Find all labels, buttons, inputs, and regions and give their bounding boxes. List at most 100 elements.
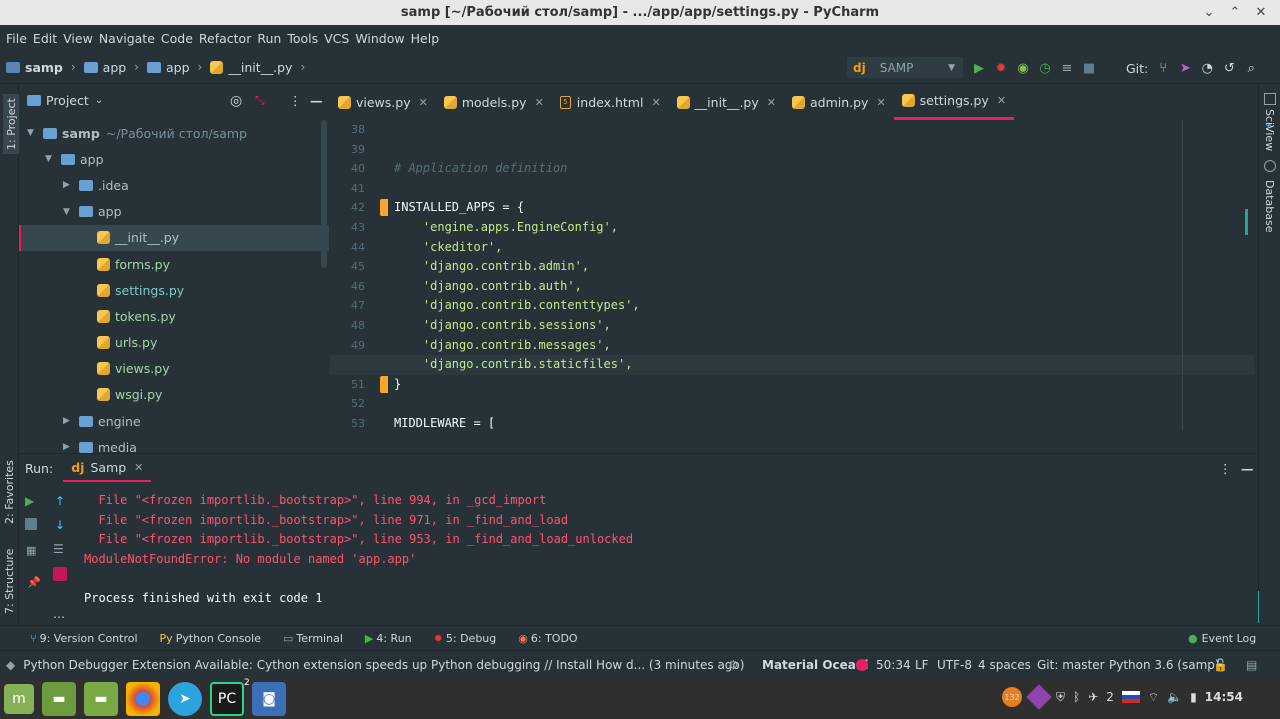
close-icon[interactable]: ✕	[876, 96, 885, 109]
code-editor[interactable]: 38394041424344454647484950515253 # Appli…	[330, 120, 1258, 450]
more-icon[interactable]: ⋮	[289, 93, 302, 108]
code-line[interactable]: 'django.contrib.auth',	[394, 277, 1254, 297]
soft-wrap-icon[interactable]: ☰	[53, 542, 64, 556]
mint-menu-icon[interactable]: m	[4, 684, 34, 714]
theme-name[interactable]: Material Oceani	[762, 658, 869, 672]
chevron-right-icon[interactable]: ▶	[63, 416, 75, 426]
chevron-right-icon[interactable]: ▶	[63, 442, 75, 452]
pycharm-icon[interactable]: PC	[210, 682, 244, 716]
menu-navigate[interactable]: Navigate	[99, 31, 155, 46]
folder-icon[interactable]: ▬	[84, 682, 118, 716]
collapse-icon[interactable]: ⤡	[255, 93, 265, 108]
hide-icon[interactable]: —	[310, 93, 323, 108]
vcs-update-icon[interactable]: ⑂	[1152, 58, 1174, 78]
tree-item[interactable]: tokens.py	[19, 303, 329, 329]
chevron-down-icon[interactable]: ▼	[27, 128, 39, 138]
code-line[interactable]	[394, 179, 1254, 199]
coverage-icon[interactable]: ◉	[1012, 58, 1034, 78]
menu-help[interactable]: Help	[411, 31, 440, 46]
tree-item[interactable]: ▼ app	[19, 199, 329, 225]
tree-item[interactable]: urls.py	[19, 330, 329, 356]
arrow-up-icon[interactable]: ↑	[55, 494, 65, 508]
breadcrumb-item[interactable]: app	[103, 60, 127, 75]
code-line[interactable]: MIDDLEWARE = [	[394, 414, 1254, 434]
tree-item[interactable]: __init__.py	[19, 224, 329, 251]
menu-code[interactable]: Code	[161, 31, 193, 46]
editor-tab[interactable]: models.py ✕	[436, 84, 552, 120]
editor-tab[interactable]: settings.py ✕	[893, 84, 1015, 120]
menu-edit[interactable]: Edit	[33, 31, 57, 46]
more-icon[interactable]: ⋮	[1219, 461, 1232, 476]
tree-item[interactable]: ▼ app	[19, 146, 329, 172]
breadcrumb-item[interactable]: app	[166, 60, 190, 75]
tree-item[interactable]: ▶ .idea	[19, 172, 329, 198]
menu-run[interactable]: Run	[257, 31, 281, 46]
run-tab[interactable]: dj Samp ✕	[63, 454, 152, 482]
shield-icon[interactable]: ⛨	[1056, 690, 1065, 705]
notifications-icon[interactable]: ✈	[1088, 690, 1098, 704]
breadcrumb-item[interactable]: samp	[25, 60, 63, 75]
indent-setting[interactable]: 4 spaces	[978, 658, 1031, 672]
code-line[interactable]: 'ckeditor',	[394, 238, 1254, 258]
screenshot-app[interactable]: 2 ◙	[244, 678, 290, 716]
debug-icon[interactable]: ✹	[990, 58, 1012, 78]
menu-window[interactable]: Window	[355, 31, 404, 46]
editor-tab[interactable]: 5 index.html ✕	[552, 84, 669, 120]
scrollbar[interactable]	[321, 120, 327, 268]
bluetooth-icon[interactable]: ᛒ	[1073, 690, 1080, 704]
wifi-icon[interactable]: ⌔	[1148, 690, 1159, 705]
code-line[interactable]: 'django.contrib.messages',	[394, 336, 1254, 356]
editor-tab[interactable]: __init__.py ✕	[669, 84, 784, 120]
pin-icon[interactable]: 📌	[27, 576, 41, 589]
version-control-tool-button[interactable]: ⑂ 9: Version Control	[30, 632, 138, 645]
database-tool-button[interactable]: Database	[1263, 180, 1276, 233]
history-icon[interactable]: ◔	[1196, 58, 1218, 78]
todo-tool-button[interactable]: ◉ 6: TODO	[518, 632, 577, 645]
tree-item[interactable]: forms.py	[19, 251, 329, 277]
run-tool-button[interactable]: ▶ 4: Run	[365, 632, 412, 645]
more-icon[interactable]: …	[53, 607, 65, 621]
chevron-down-icon[interactable]: ▼	[63, 207, 75, 217]
code-area[interactable]: # Application definition INSTALLED_APPS =…	[330, 120, 1254, 434]
close-icon[interactable]: ✕	[419, 96, 428, 109]
git-branch[interactable]: Git: master	[1037, 658, 1105, 672]
print-icon[interactable]	[53, 567, 67, 581]
power-icon[interactable]: ▮	[1190, 690, 1197, 704]
breadcrumb-item[interactable]: __init__.py	[228, 60, 292, 75]
tree-item[interactable]: ▼ samp ~/Рабочий стол/samp	[19, 120, 329, 146]
code-line[interactable]: 'django.contrib.staticfiles',	[330, 355, 1254, 375]
run-configuration-select[interactable]: dj SAMP ▼	[847, 57, 963, 78]
memory-icon[interactable]: ▤	[1246, 658, 1257, 672]
python-console-tool-button[interactable]: Py Python Console	[160, 632, 261, 645]
chevron-down-icon[interactable]: ▼	[45, 154, 57, 164]
arrow-down-icon[interactable]: ↓	[55, 518, 65, 532]
vcs-push-icon[interactable]: ➤	[1174, 58, 1196, 78]
close-icon[interactable]: ✕	[767, 96, 776, 109]
project-panel-title[interactable]: Project	[46, 93, 89, 108]
notification-icon[interactable]: ◆	[6, 658, 15, 672]
line-separator[interactable]: LF	[915, 658, 929, 672]
profile-icon[interactable]: ◷	[1034, 58, 1056, 78]
code-line[interactable]: INSTALLED_APPS = {	[394, 198, 1254, 218]
favorites-tool-button[interactable]: 2: Favorites	[3, 460, 16, 524]
close-button[interactable]: ✕	[1248, 0, 1274, 25]
menu-view[interactable]: View	[63, 31, 93, 46]
chevron-right-icon[interactable]: ▶	[63, 180, 75, 190]
updates-icon[interactable]: 132	[1002, 687, 1022, 707]
telegram-icon[interactable]: ➤	[168, 682, 202, 716]
code-line[interactable]	[394, 394, 1254, 414]
editor-tab[interactable]: admin.py ✕	[784, 84, 894, 120]
close-icon[interactable]: ✕	[997, 94, 1006, 107]
status-message[interactable]: Python Debugger Extension Available: Cyt…	[23, 658, 744, 672]
event-log-tool-button[interactable]: ● Event Log	[1188, 632, 1256, 645]
layout-icon[interactable]: ▦	[26, 544, 36, 557]
tree-item[interactable]: settings.py	[19, 277, 329, 303]
menu-file[interactable]: File	[6, 31, 27, 46]
project-tool-button[interactable]: 1: Project	[3, 94, 20, 154]
code-line[interactable]: # Application definition	[394, 159, 1254, 179]
debug-tool-button[interactable]: ✹ 5: Debug	[434, 632, 497, 645]
tree-item[interactable]: wsgi.py	[19, 382, 329, 408]
run-icon[interactable]: ▶	[968, 58, 990, 78]
close-icon[interactable]: ✕	[134, 461, 143, 474]
menu-tools[interactable]: Tools	[287, 31, 318, 46]
